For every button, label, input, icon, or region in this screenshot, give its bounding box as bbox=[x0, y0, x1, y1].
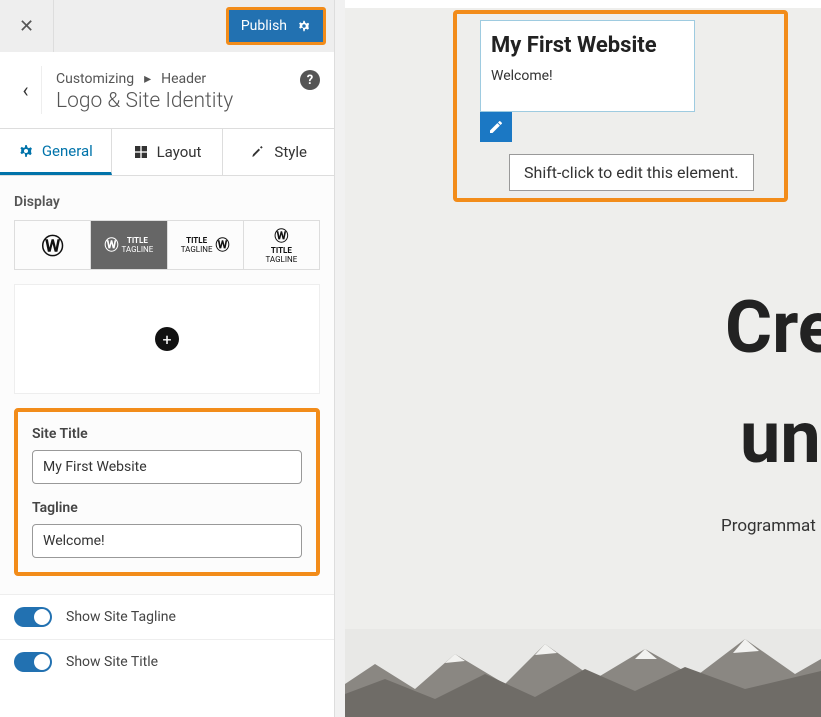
edit-element-button[interactable] bbox=[480, 112, 512, 142]
panel-body: Display Ⓦ ⓌTITLETAGLINE TITLETAGLINEⓌ ⓌT… bbox=[0, 176, 334, 594]
wordpress-logo-icon: Ⓦ bbox=[104, 235, 118, 255]
tab-label: Style bbox=[274, 143, 307, 161]
logo-upload-box[interactable]: + bbox=[14, 284, 320, 394]
breadcrumb-parent: Header bbox=[161, 71, 206, 87]
toggle-label: Show Site Tagline bbox=[66, 609, 176, 625]
pencil-icon bbox=[488, 119, 504, 135]
hero-heading-1: Cre bbox=[725, 288, 821, 367]
toggle-show-tagline-row: Show Site Tagline bbox=[0, 594, 334, 639]
publish-button[interactable]: Publish bbox=[226, 7, 326, 45]
wordpress-logo-icon: Ⓦ bbox=[216, 235, 230, 255]
breadcrumb-title: Logo & Site Identity bbox=[56, 89, 233, 113]
breadcrumb: ‹ Customizing ▸ Header Logo & Site Ident… bbox=[0, 52, 334, 128]
site-title-label: Site Title bbox=[32, 426, 302, 442]
site-preview: My First Website Welcome! Shift-click to… bbox=[345, 0, 821, 717]
gear-icon bbox=[297, 19, 311, 33]
tab-style[interactable]: Style bbox=[223, 129, 334, 175]
toggle-show-tagline[interactable] bbox=[14, 607, 52, 627]
display-label: Display bbox=[14, 194, 320, 210]
tagline-label: Tagline bbox=[32, 500, 302, 516]
toggle-label: Show Site Title bbox=[66, 654, 158, 670]
back-button[interactable]: ‹ bbox=[10, 66, 42, 114]
display-logo-only[interactable]: Ⓦ bbox=[15, 221, 91, 269]
brush-icon bbox=[250, 144, 266, 160]
close-icon: ✕ bbox=[19, 16, 34, 37]
hero-heading-2: un bbox=[740, 395, 821, 480]
gear-icon bbox=[18, 143, 34, 159]
close-button[interactable]: ✕ bbox=[0, 0, 54, 52]
publish-label: Publish bbox=[241, 18, 287, 34]
toggle-show-title-row: Show Site Title bbox=[0, 639, 334, 684]
chevron-left-icon: ‹ bbox=[22, 78, 28, 102]
tab-label: General bbox=[42, 142, 93, 160]
wordpress-logo-icon: Ⓦ bbox=[274, 226, 288, 246]
preview-site-title: My First Website bbox=[491, 33, 684, 58]
tab-layout[interactable]: Layout bbox=[112, 129, 224, 175]
help-icon[interactable]: ? bbox=[300, 70, 320, 90]
plus-icon: + bbox=[162, 330, 171, 349]
tab-label: Layout bbox=[157, 143, 202, 161]
identity-form-highlight: Site Title Tagline bbox=[14, 408, 320, 576]
toggle-show-title[interactable] bbox=[14, 652, 52, 672]
display-logo-title-inline[interactable]: ⓌTITLETAGLINE bbox=[91, 221, 167, 269]
background-mountain-image bbox=[345, 629, 821, 717]
wordpress-logo-icon: Ⓦ bbox=[42, 229, 64, 261]
display-options: Ⓦ ⓌTITLETAGLINE TITLETAGLINEⓌ ⓌTITLETAGL… bbox=[14, 220, 320, 270]
add-logo-button[interactable]: + bbox=[155, 327, 179, 351]
tabs: General Layout Style bbox=[0, 128, 334, 176]
breadcrumb-prefix: Customizing bbox=[56, 71, 134, 87]
sidebar-topbar: ✕ Publish bbox=[0, 0, 334, 52]
preview-site-tagline: Welcome! bbox=[491, 68, 684, 84]
customizer-sidebar: ✕ Publish ‹ Customizing ▸ Header Logo & … bbox=[0, 0, 335, 717]
edit-tooltip: Shift-click to edit this element. bbox=[509, 154, 754, 191]
display-logo-title-stacked[interactable]: ⓌTITLETAGLINE bbox=[244, 221, 319, 269]
layout-icon bbox=[133, 144, 149, 160]
tagline-input[interactable] bbox=[32, 524, 302, 558]
site-identity-preview[interactable]: My First Website Welcome! bbox=[480, 20, 695, 112]
hero-subtitle: Programmat bbox=[721, 516, 816, 536]
tab-general[interactable]: General bbox=[0, 129, 112, 175]
display-title-logo-inline[interactable]: TITLETAGLINEⓌ bbox=[168, 221, 244, 269]
breadcrumb-separator: ▸ bbox=[144, 71, 151, 87]
site-title-input[interactable] bbox=[32, 450, 302, 484]
